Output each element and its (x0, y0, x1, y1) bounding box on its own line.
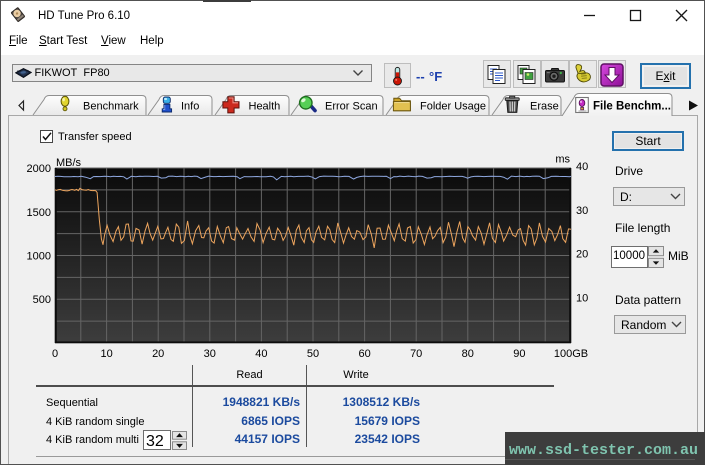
svg-text:60: 60 (358, 348, 370, 360)
svg-text:Folder Usage: Folder Usage (420, 101, 486, 113)
svg-text:1500: 1500 (27, 207, 51, 219)
svg-text:40: 40 (576, 161, 588, 173)
svg-text:1000: 1000 (27, 251, 51, 263)
svg-text:80: 80 (462, 348, 474, 360)
svg-text:40: 40 (255, 348, 267, 360)
svg-text:2000: 2000 (27, 163, 51, 175)
svg-text:10: 10 (100, 348, 112, 360)
svg-text:500: 500 (33, 294, 51, 306)
svg-text:Error Scan: Error Scan (325, 101, 378, 113)
svg-text:ms: ms (555, 154, 570, 166)
svg-text:90: 90 (513, 348, 525, 360)
svg-text:20: 20 (576, 249, 588, 261)
svg-text:30: 30 (204, 348, 216, 360)
svg-text:10: 10 (576, 292, 588, 304)
svg-text:Info: Info (181, 101, 199, 113)
svg-text:100GB: 100GB (554, 348, 588, 360)
svg-text:File Benchm...: File Benchm... (593, 101, 671, 113)
svg-text:MB/s: MB/s (56, 157, 82, 169)
svg-text:20: 20 (152, 348, 164, 360)
svg-text:70: 70 (410, 348, 422, 360)
svg-text:Benchmark: Benchmark (83, 101, 139, 113)
svg-text:Erase: Erase (530, 101, 559, 113)
svg-text:30: 30 (576, 205, 588, 217)
svg-text:Health: Health (249, 101, 281, 113)
svg-text:0: 0 (52, 348, 58, 360)
svg-text:50: 50 (307, 348, 319, 360)
